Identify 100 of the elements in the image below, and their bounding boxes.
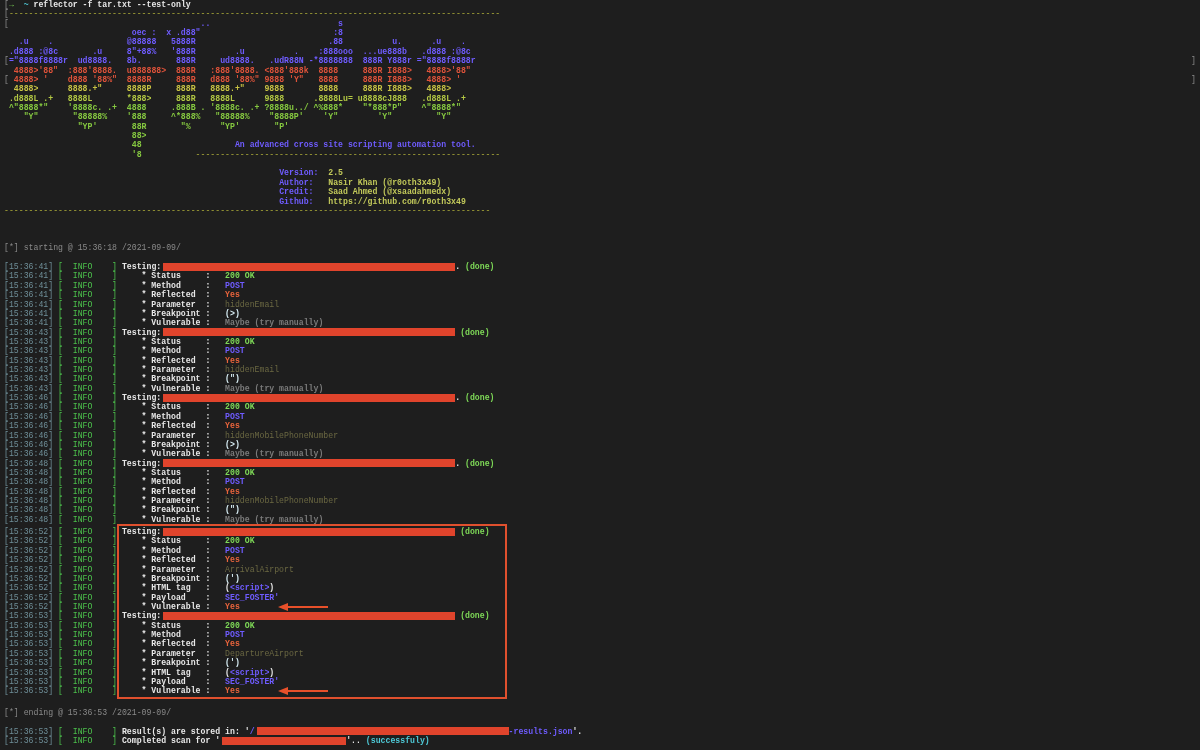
timestamp: [15:36:43] xyxy=(4,346,54,356)
log-level: [ INFO ] xyxy=(58,327,117,337)
log-level: [ INFO ] xyxy=(58,477,117,487)
field-label: * Breakpoint : xyxy=(141,573,211,583)
ascii-art: .d888 :@8c .u 8"+88% '888R .u . :888ooo ...ue888b .d888 :@8c xyxy=(8,46,471,57)
timestamp: [15:36:53] xyxy=(4,648,54,659)
log-level: [ INFO ] xyxy=(58,496,117,506)
timestamp: [15:36:53] xyxy=(4,726,54,737)
log-level: [ INFO ] xyxy=(58,527,117,537)
success-text: (successfuly) xyxy=(365,736,430,746)
timestamp: [15:36:46] xyxy=(4,411,54,422)
log-text: ) xyxy=(269,583,275,593)
timestamp: [15:36:46] xyxy=(4,393,54,403)
field-label: * Vulnerable : xyxy=(141,602,211,611)
timestamp: [15:36:48] xyxy=(4,514,54,525)
log-text: ( xyxy=(225,667,230,677)
timestamp: [15:36:53] xyxy=(4,611,54,621)
field-label: * Breakpoint : xyxy=(141,439,211,450)
timestamp: [15:36:53] xyxy=(4,620,54,631)
log-level: [ INFO ] xyxy=(58,290,117,300)
method-value: POST xyxy=(225,280,245,291)
timestamp: [15:36:46] xyxy=(4,449,54,459)
status-value: 200 OK xyxy=(225,402,255,412)
log-level: [ INFO ] xyxy=(58,736,117,746)
ascii-art: "Y" "88888% '888 ^*888% "88888% "8888P' 'Y" 'Y" "Y" xyxy=(23,112,452,122)
field-label: * Breakpoint : xyxy=(141,505,211,515)
timestamp: [15:36:46] xyxy=(4,439,54,450)
timestamp: [15:36:43] xyxy=(4,327,54,337)
timestamp: [15:36:43] xyxy=(4,374,54,384)
ascii-art: ="8888f8888r ud8888. 8b. 888R ud8888. .udR88N -*8888888 888R Y888r ="8888f8888r xyxy=(8,56,476,66)
field-label: * Reflected : xyxy=(141,639,211,649)
log-level: [ INFO ] xyxy=(58,545,117,556)
bracket-mark: ] xyxy=(1191,74,1196,85)
log-level: [ INFO ] xyxy=(58,555,117,565)
log-level: [ INFO ] xyxy=(58,393,117,403)
testing-label: Testing: xyxy=(121,262,162,272)
info-value: Saad Ahmed (@xsaadahmedx) xyxy=(328,187,452,197)
log-level: [ INFO ] xyxy=(58,439,117,450)
log-level: [ INFO ] xyxy=(58,573,117,584)
timestamp: [15:36:53] xyxy=(4,658,54,668)
log-level: [ INFO ] xyxy=(58,514,117,525)
field-label: * Breakpoint : xyxy=(141,658,211,668)
status-value: 200 OK xyxy=(225,467,255,478)
log-text: . xyxy=(455,393,461,403)
log-level: [ INFO ] xyxy=(58,280,117,291)
testing-label: Testing: xyxy=(121,327,162,337)
ascii-art: 4888> ' d888 '88%" 8888R 888R d888 '88%" 9888 'Y" 8888 888R I888> 4888> ' xyxy=(13,74,461,84)
log-level: [ INFO ] xyxy=(58,726,117,737)
status-text: (done) xyxy=(460,327,490,337)
status-value: 200 OK xyxy=(225,336,255,347)
timestamp: [15:36:52] xyxy=(4,602,54,612)
field-label: * Method : xyxy=(141,477,211,487)
timestamp: [15:36:46] xyxy=(4,430,54,440)
timestamp: [15:36:53] xyxy=(4,639,54,649)
log-level: [ INFO ] xyxy=(58,592,117,602)
field-label: * Parameter : xyxy=(141,648,211,658)
field-label: * Method : xyxy=(141,411,211,421)
ascii-art: ^"8888*" '8888c. .+ 4888 .888B . '8888c. .+ ?8888u../ ^%888* "*888*P" ^"8888*" xyxy=(8,102,461,112)
breakpoint-value: (>) xyxy=(225,308,240,319)
status-text: (done) xyxy=(465,393,495,403)
dashed-rule: -------------------------------------------------------------- xyxy=(195,149,501,160)
timestamp: [15:36:41] xyxy=(4,280,54,291)
field-label: * Payload : xyxy=(141,676,211,687)
log-text: Completed scan for ' xyxy=(121,736,221,746)
timestamp: [15:36:48] xyxy=(4,467,54,478)
field-label: * Parameter : xyxy=(141,430,211,440)
log-level: [ INFO ] xyxy=(58,336,117,347)
timestamp: [15:36:41] xyxy=(4,262,54,272)
log-level: [ INFO ] xyxy=(58,411,117,422)
bracket-mark: [ xyxy=(4,56,9,66)
testing-label: Testing: xyxy=(121,458,162,468)
field-label: * Breakpoint : xyxy=(141,308,211,319)
parameter-value: ArrivalAirport xyxy=(225,564,294,574)
log-level: [ INFO ] xyxy=(58,402,117,412)
timestamp: [15:36:52] xyxy=(4,592,54,602)
yes-value: Yes xyxy=(225,290,240,300)
info-label: Github: xyxy=(279,196,314,206)
field-label: * Parameter : xyxy=(141,365,211,374)
log-level: [ INFO ] xyxy=(58,458,117,468)
timestamp: [15:36:41] xyxy=(4,271,54,281)
timestamp: [15:36:43] xyxy=(4,365,54,375)
method-value: POST xyxy=(225,477,245,487)
field-label: * Method : xyxy=(141,630,211,640)
timestamp: [15:36:53] xyxy=(4,686,54,696)
timestamp: [15:36:52] xyxy=(4,555,54,565)
timestamp: [15:36:48] xyxy=(4,458,54,468)
verdict-value: Maybe (try manually) xyxy=(225,318,324,328)
info-value: Nasir Khan (@r0oth3x49) xyxy=(328,177,442,188)
log-level: [ INFO ] xyxy=(58,318,117,328)
timestamp: [15:36:48] xyxy=(4,486,54,497)
log-level: [ INFO ] xyxy=(58,505,117,515)
log-level: [ INFO ] xyxy=(58,299,117,309)
field-label: * Vulnerable : xyxy=(141,449,211,459)
log-level: [ INFO ] xyxy=(58,611,117,621)
timestamp: [15:36:46] xyxy=(4,402,54,412)
log-level: [ INFO ] xyxy=(58,383,117,394)
html-tag-value: <script> xyxy=(230,667,270,677)
timestamp: [15:36:52] xyxy=(4,564,54,574)
yes-value: Yes xyxy=(225,602,240,612)
info-label: Version: xyxy=(279,168,319,178)
